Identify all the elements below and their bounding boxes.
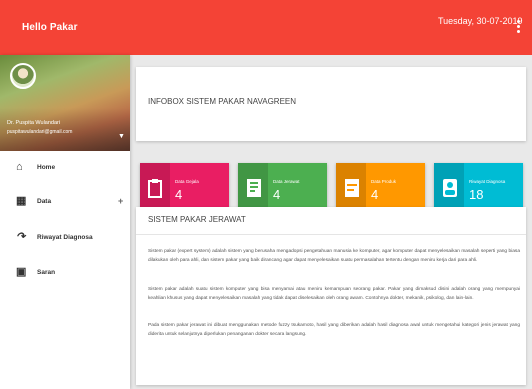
- submenu-plus-icon: +: [118, 196, 124, 206]
- sidebar-item-data[interactable]: ▦ Data +: [0, 192, 130, 212]
- stat-label: Data Produk: [371, 179, 397, 184]
- top-bar: Hello Pakar Tuesday, 30-07-2019: [0, 0, 532, 55]
- about-title: SISTEM PAKAR JERAWAT: [148, 215, 246, 224]
- sidebar-item-riwayat-diagnosa[interactable]: ↷ Riwayat Diagnosa: [0, 228, 130, 248]
- about-paragraph: Pada sistem pakar jerawat ini dibuat men…: [148, 323, 520, 337]
- sidebar: Dr. Puspita Wulandari puspitawulandari@g…: [0, 55, 130, 389]
- chevron-down-icon[interactable]: ▼: [118, 133, 125, 140]
- infobox-title: INFOBOX SISTEM PAKAR NAVAGREEN: [148, 97, 297, 106]
- stat-label: Riwayat Diagnosa: [469, 179, 506, 184]
- about-paragraph: Sistem pakar (expert system) adalah sist…: [148, 249, 520, 263]
- app-title[interactable]: Hello Pakar: [22, 22, 78, 33]
- stat-value: 4: [175, 187, 183, 202]
- sidebar-item-saran[interactable]: ▣ Saran: [0, 263, 130, 283]
- sidebar-item-label: Saran: [37, 269, 56, 276]
- message-icon: ▣: [16, 266, 27, 278]
- stat-label: Data Gejala: [175, 179, 199, 184]
- grid-icon: ▦: [16, 195, 27, 207]
- stat-value: 18: [469, 187, 484, 202]
- stat-value: 4: [273, 187, 281, 202]
- more-options-icon[interactable]: [517, 20, 521, 36]
- current-date: Tuesday, 30-07-2019: [438, 16, 523, 26]
- user-name: Dr. Puspita Wulandari: [7, 120, 61, 126]
- main-content: INFOBOX SISTEM PAKAR NAVAGREEN Data Geja…: [130, 55, 532, 389]
- history-icon: ↷: [16, 231, 26, 243]
- home-icon: ⌂: [16, 161, 23, 173]
- sidebar-item-label: Data: [37, 198, 52, 205]
- sidebar-item-label: Home: [37, 164, 56, 171]
- user-profile-card: Dr. Puspita Wulandari puspitawulandari@g…: [0, 55, 130, 151]
- avatar[interactable]: [10, 63, 36, 89]
- stat-value: 4: [371, 187, 379, 202]
- sidebar-item-home[interactable]: ⌂ Home: [0, 158, 130, 178]
- user-email: puspitawulandari@gmail.com: [7, 129, 73, 135]
- sidebar-item-label: Riwayat Diagnosa: [37, 234, 93, 241]
- about-paragraph: Sistem pakar adalah suatu sistem kompute…: [148, 287, 520, 301]
- about-card: SISTEM PAKAR JERAWAT Sistem pakar (exper…: [136, 207, 526, 385]
- infobox-card: INFOBOX SISTEM PAKAR NAVAGREEN: [136, 67, 526, 141]
- stat-label: Data Jerawat: [273, 179, 300, 184]
- divider: [136, 234, 526, 235]
